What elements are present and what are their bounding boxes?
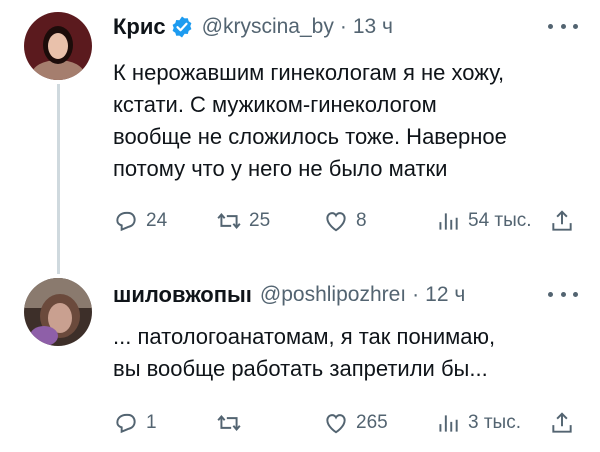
retweet-count: 25 xyxy=(249,210,271,231)
retweet-button[interactable] xyxy=(216,410,249,436)
thread-line xyxy=(57,84,60,274)
share-icon xyxy=(552,412,572,433)
views-count: 3 тыс. xyxy=(468,412,521,433)
like-icon xyxy=(326,212,346,232)
author-handle[interactable]: @poshlipozhreı xyxy=(260,283,406,307)
retweet-button[interactable]: 25 xyxy=(216,208,270,234)
views-icon xyxy=(439,213,458,230)
separator-dot: · xyxy=(339,15,347,38)
tweet-text: ... патологоанатомам, я так понимаю, вы … xyxy=(113,321,583,385)
author-handle[interactable]: @kryscina_by xyxy=(202,15,334,39)
reply-icon xyxy=(116,413,136,434)
views-button[interactable]: 3 тыс. xyxy=(435,410,521,436)
share-button[interactable] xyxy=(549,410,575,436)
reply-count: 24 xyxy=(146,210,168,231)
timestamp[interactable]: 12 ч xyxy=(425,283,465,307)
avatar[interactable] xyxy=(24,278,92,346)
author-name[interactable]: шиловжопыı xyxy=(113,282,252,308)
share-icon xyxy=(552,210,572,231)
verified-badge-icon xyxy=(170,15,194,39)
timestamp[interactable]: 13 ч xyxy=(353,15,393,39)
share-button[interactable] xyxy=(549,208,575,234)
like-count: 8 xyxy=(356,210,367,231)
tweet-text-line: кстати. С мужиком-гинекологом xyxy=(113,92,437,117)
tweet-text-line: К нерожавшим гинекологам я не хожу, xyxy=(113,60,505,85)
like-button[interactable]: 8 xyxy=(323,208,367,234)
tweet-text-line: вы вообще работать запретили бы... xyxy=(113,356,488,381)
retweet-icon xyxy=(217,415,241,431)
tweet: шиловжопыı @poshlipozhreı · 12 ч ... пат… xyxy=(0,262,600,452)
tweet-header: Крис @kryscina_by · 13 ч xyxy=(113,14,393,40)
tweet-text: К нерожавшим гинекологам я не хожу, кста… xyxy=(113,57,583,185)
views-icon xyxy=(439,415,458,432)
tweet-text-line: ... патологоанатомам, я так понимаю, xyxy=(113,324,496,349)
action-bar: 1 265 3 тыс. xyxy=(113,410,575,438)
more-icon[interactable] xyxy=(548,14,578,38)
views-count: 54 тыс. xyxy=(468,210,532,231)
views-button[interactable]: 54 тыс. xyxy=(435,208,532,234)
like-icon xyxy=(326,414,346,434)
separator-dot: · xyxy=(412,283,420,306)
reply-icon xyxy=(116,211,136,232)
like-count: 265 xyxy=(356,412,388,433)
reply-count: 1 xyxy=(146,412,157,433)
tweet-header: шиловжопыı @poshlipozhreı · 12 ч xyxy=(113,282,465,308)
action-bar: 24 25 8 54 тыс. xyxy=(113,208,575,236)
retweet-icon xyxy=(217,213,241,229)
tweet: Крис @kryscina_by · 13 ч К нерожавшим ги… xyxy=(0,0,600,274)
more-icon[interactable] xyxy=(548,282,578,306)
avatar[interactable] xyxy=(24,12,92,80)
tweet-text-line: потому что у него не было матки xyxy=(113,156,448,181)
author-name[interactable]: Крис xyxy=(113,14,166,40)
reply-button[interactable]: 24 xyxy=(113,208,167,234)
reply-button[interactable]: 1 xyxy=(113,410,157,436)
like-button[interactable]: 265 xyxy=(323,410,388,436)
tweet-text-line: вообще не сложилось тоже. Наверное xyxy=(113,124,507,149)
